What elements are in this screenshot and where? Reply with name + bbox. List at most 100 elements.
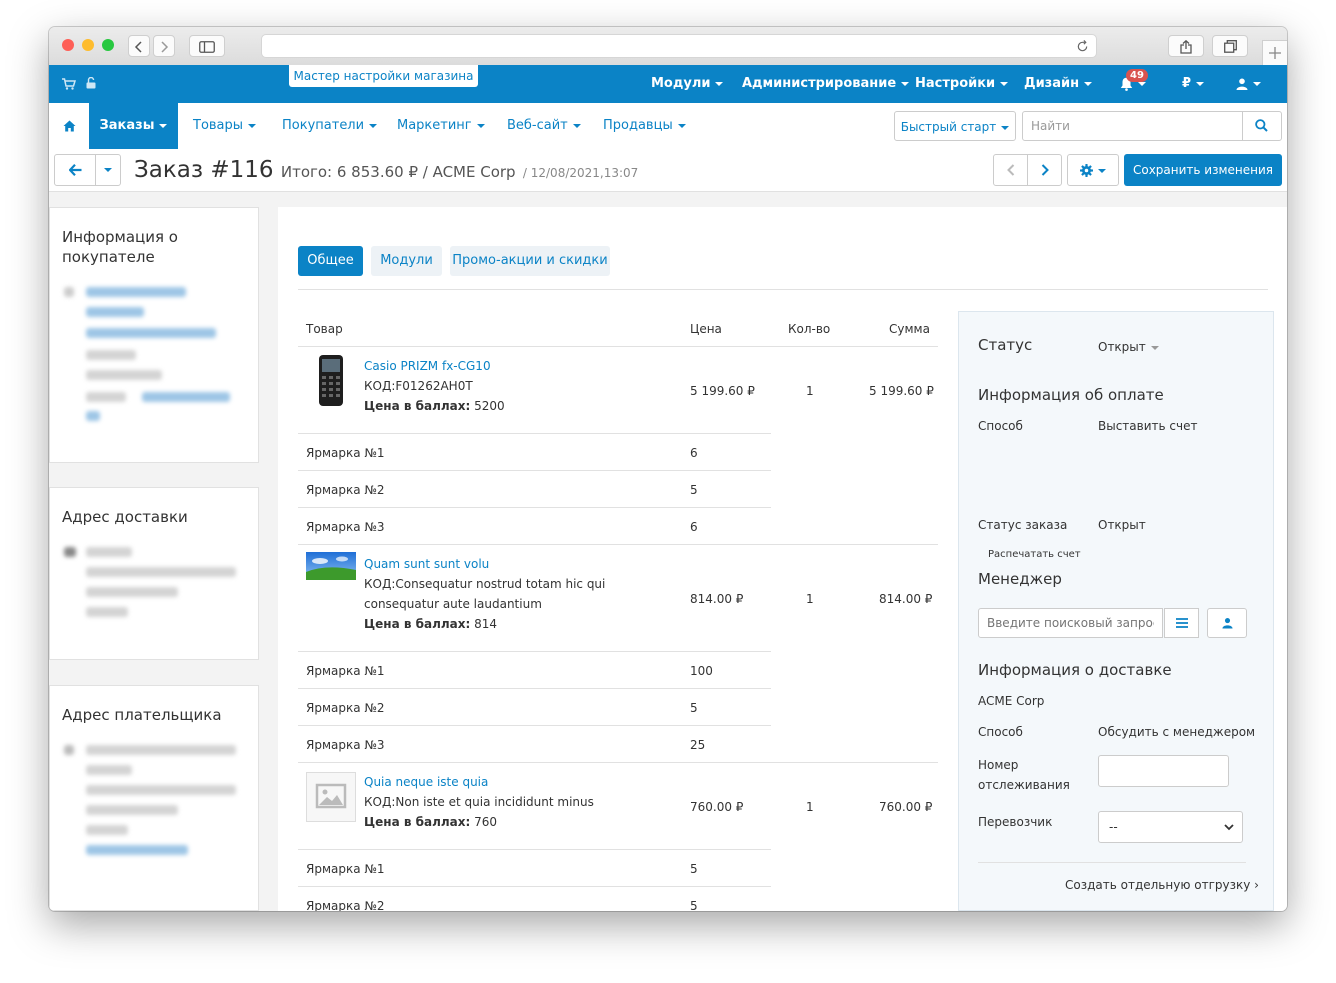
warehouse-qty: 100 [690, 664, 713, 678]
carrier-select[interactable]: -- [1098, 811, 1243, 843]
billing-address-heading: Адрес плательщика [62, 706, 222, 724]
chevron-right-icon [1041, 164, 1049, 176]
tracking-label-continued: отслеживания [978, 778, 1070, 792]
nav-products[interactable]: Товары [193, 103, 257, 149]
column-header-price: Цена [690, 322, 722, 336]
warehouse-name: Ярмарка №2 [306, 701, 385, 715]
sidebar-toggle-button[interactable] [189, 35, 225, 57]
quick-start-label: Быстрый старт [900, 120, 997, 134]
nav-customers-label: Покупатели [282, 118, 365, 133]
payment-method-label: Способ [978, 419, 1023, 433]
search-button[interactable] [1242, 112, 1281, 140]
product-qty: 1 [806, 800, 814, 814]
product-qty: 1 [806, 592, 814, 606]
notifications-button[interactable]: 49 [1120, 65, 1148, 103]
warehouse-name: Ярмарка №3 [306, 520, 385, 534]
nav-orders[interactable]: Заказы [89, 103, 178, 149]
user-icon [1236, 78, 1248, 90]
plus-icon [1269, 47, 1281, 59]
nav-marketing[interactable]: Маркетинг [397, 103, 485, 149]
order-status-value: Открыт [1098, 518, 1146, 532]
forward-button[interactable] [153, 35, 175, 57]
product-price: 5 199.60 ₽ [690, 384, 755, 398]
status-dropdown[interactable]: Открыт [1098, 340, 1159, 354]
print-invoice-link[interactable]: Распечатать счет [988, 549, 1081, 560]
warehouse-qty: 5 [690, 701, 698, 715]
nav-products-label: Товары [193, 118, 244, 133]
delivery-method-value: Обсудить с менеджером [1098, 725, 1256, 739]
menu-administration-label: Администрирование [742, 76, 897, 91]
next-order-button[interactable] [1027, 154, 1062, 186]
order-actions-dropdown[interactable] [95, 154, 121, 186]
chevron-left-icon [1007, 164, 1015, 176]
address-bar[interactable] [261, 34, 1097, 58]
unlock-icon[interactable] [86, 77, 96, 89]
tracking-number-input[interactable] [1098, 755, 1229, 787]
menu-design[interactable]: Дизайн [1024, 65, 1093, 103]
manager-user-button[interactable] [1207, 608, 1247, 638]
back-button[interactable] [128, 35, 150, 57]
product-name-link[interactable]: Casio PRIZM fx-CG10 [364, 359, 491, 373]
previous-order-button[interactable] [993, 154, 1028, 186]
menu-settings-label: Настройки [915, 76, 996, 91]
calculator-image [319, 355, 343, 406]
menu-modules[interactable]: Модули [651, 65, 724, 103]
shipping-address-heading: Адрес доставки [62, 508, 188, 526]
currency-label: ₽ [1182, 76, 1192, 91]
new-tab-button[interactable] [1262, 40, 1287, 65]
currency-selector[interactable]: ₽ [1182, 65, 1205, 103]
menu-settings[interactable]: Настройки [915, 65, 1009, 103]
quick-start-button[interactable]: Быстрый старт [894, 111, 1016, 141]
product-thumbnail[interactable] [306, 354, 356, 406]
store-setup-wizard-button[interactable]: Мастер настройки магазина [289, 65, 478, 87]
tab-general[interactable]: Общее [298, 246, 363, 276]
main-navbar: Заказы Товары Покупатели Маркетинг Веб-с… [49, 103, 1287, 150]
share-button[interactable] [1168, 35, 1204, 57]
product-name-link[interactable]: Quia neque iste quia [364, 775, 488, 789]
column-header-product: Товар [306, 322, 343, 336]
tabs-overview-button[interactable] [1212, 35, 1248, 57]
home-button[interactable] [49, 103, 89, 149]
product-thumbnail[interactable] [306, 772, 356, 822]
customer-info-heading: Информация о покупателе [62, 228, 178, 266]
menu-modules-label: Модули [651, 76, 711, 91]
manager-search-input[interactable] [978, 608, 1163, 638]
nav-customers[interactable]: Покупатели [282, 103, 378, 149]
close-window-button[interactable] [62, 39, 74, 51]
order-details-panel: Общее Модули Промо-акции и скидки Товар … [278, 207, 1287, 911]
warehouse-qty: 5 [690, 483, 698, 497]
order-total: Итого: 6 853.60 ₽ / ACME Corp [280, 163, 516, 181]
nav-vendors-label: Продавцы [603, 118, 673, 133]
tab-modules[interactable]: Модули [371, 246, 442, 276]
menu-administration[interactable]: Администрирование [742, 65, 910, 103]
order-status-sidebar: Статус Открыт Информация об оплате Спосо… [958, 311, 1274, 911]
create-shipment-link[interactable]: Создать отдельную отгрузку › [1065, 878, 1259, 892]
tab-promotions[interactable]: Промо-акции и скидки [450, 246, 610, 276]
product-sum: 760.00 ₽ [879, 800, 933, 814]
nav-marketing-label: Маркетинг [397, 118, 472, 133]
product-thumbnail[interactable] [306, 552, 356, 580]
nav-vendors[interactable]: Продавцы [603, 103, 686, 149]
billing-address-card: Адрес плательщика [49, 685, 259, 911]
order-date: / 12/08/2021,13:07 [522, 166, 639, 180]
payment-heading: Информация об оплате [978, 386, 1164, 404]
cart-icon[interactable] [62, 78, 76, 90]
nav-website[interactable]: Веб-сайт [507, 103, 581, 149]
admin-topbar: Мастер настройки магазина Модули Админис… [49, 65, 1287, 103]
manager-heading: Менеджер [978, 570, 1062, 588]
maximize-window-button[interactable] [102, 39, 114, 51]
minimize-window-button[interactable] [82, 39, 94, 51]
user-menu-button[interactable] [1236, 65, 1261, 103]
points-label: Цена в баллах: [364, 617, 471, 631]
global-search [1022, 111, 1282, 141]
chevron-right-icon [161, 41, 169, 53]
delivery-company: ACME Corp [978, 694, 1045, 708]
arrow-left-icon [69, 164, 82, 176]
save-changes-button[interactable]: Сохранить изменения [1124, 154, 1282, 186]
order-settings-button[interactable] [1067, 154, 1119, 186]
search-input[interactable] [1023, 112, 1243, 140]
back-to-orders-button[interactable] [54, 154, 96, 186]
landscape-image [306, 552, 356, 580]
product-name-link[interactable]: Quam sunt sunt volu [364, 557, 489, 571]
manager-list-button[interactable] [1164, 608, 1199, 638]
